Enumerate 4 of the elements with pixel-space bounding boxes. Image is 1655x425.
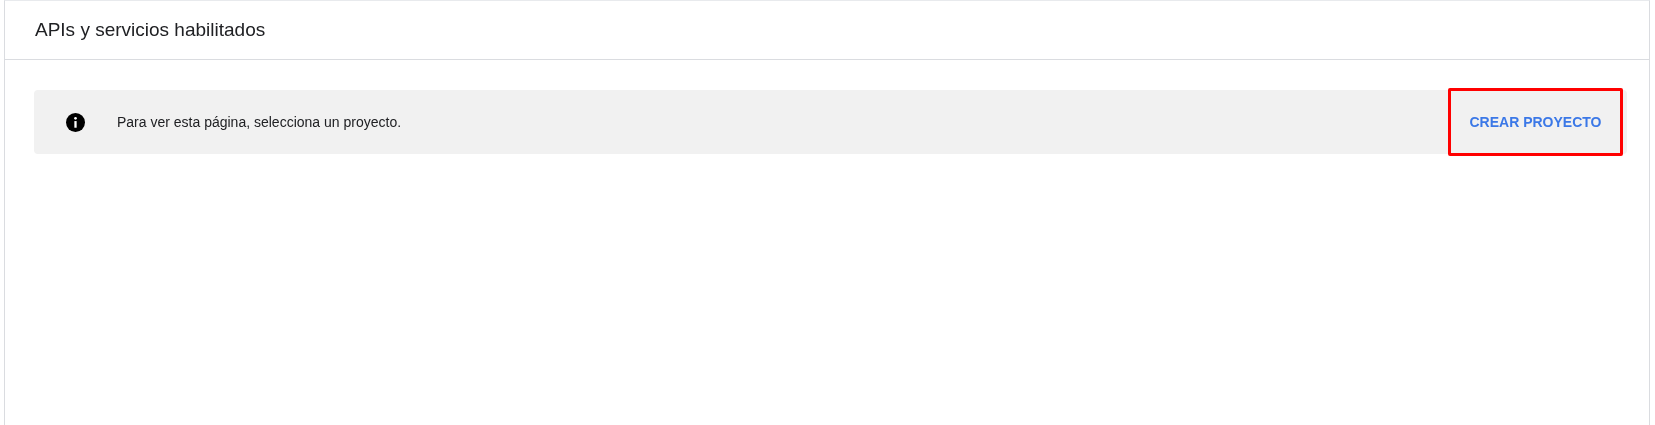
notice-message: Para ver esta página, selecciona un proyecto.: [117, 114, 403, 130]
page-title: APIs y servicios habilitados: [35, 19, 266, 41]
create-project-button[interactable]: CREAR PROYECTO: [1448, 88, 1623, 156]
info-icon: [66, 112, 85, 132]
